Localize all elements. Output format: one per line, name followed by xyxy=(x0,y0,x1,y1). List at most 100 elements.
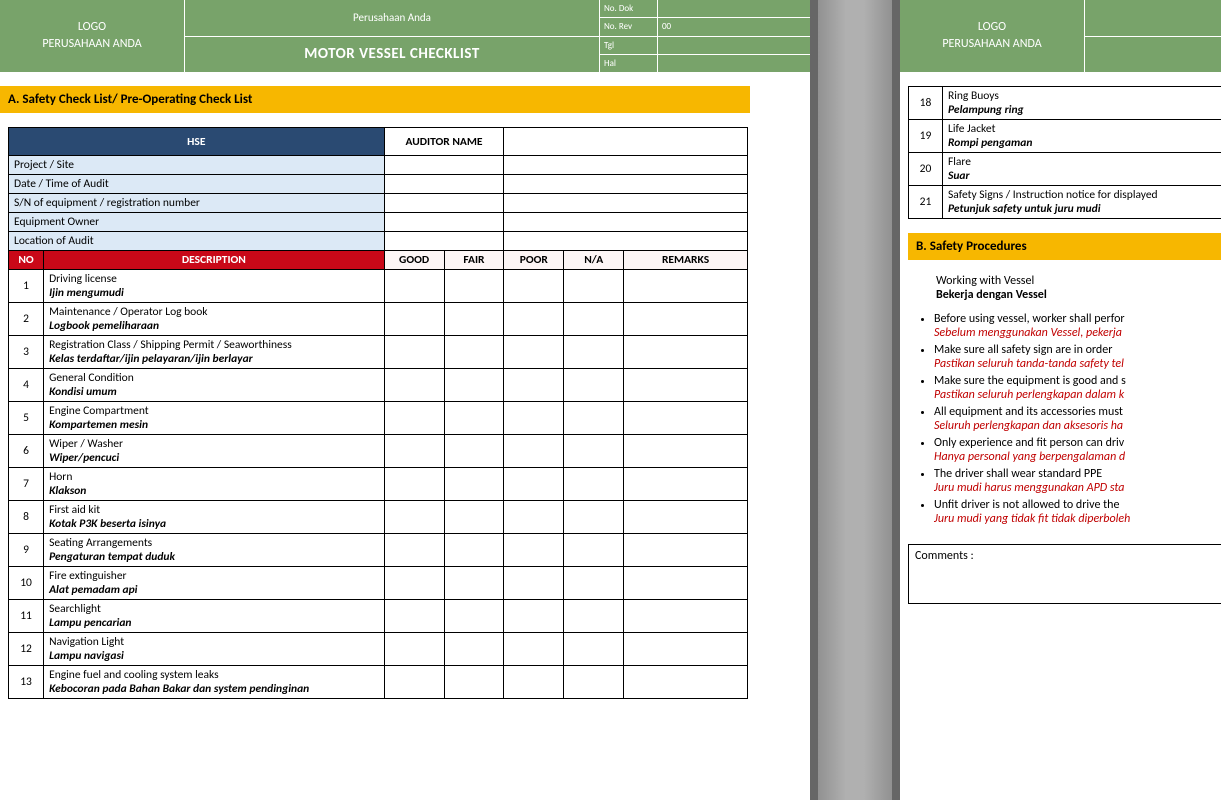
cell-poor[interactable] xyxy=(504,303,564,336)
checklist-row: 5Engine CompartmentKompartemen mesin xyxy=(9,402,748,435)
cell-fair[interactable] xyxy=(444,270,504,303)
cell-remarks[interactable] xyxy=(624,534,748,567)
cell-good[interactable] xyxy=(384,435,444,468)
cell-remarks[interactable] xyxy=(624,435,748,468)
cell-remarks[interactable] xyxy=(624,369,748,402)
doc-title: MOTOR VESSEL CHECKLIST xyxy=(185,37,599,73)
cell-na[interactable] xyxy=(564,303,624,336)
cell-good[interactable] xyxy=(384,600,444,633)
cell-poor[interactable] xyxy=(504,567,564,600)
info-owner-val[interactable] xyxy=(384,213,504,232)
page-1: LOGO PERUSAHAAN ANDA Perusahaan Anda MOT… xyxy=(0,0,810,800)
cell-na[interactable] xyxy=(564,567,624,600)
checklist-row: 13Engine fuel and cooling system leaksKe… xyxy=(9,666,748,699)
cell-remarks[interactable] xyxy=(624,336,748,369)
comments-box[interactable]: Comments : xyxy=(908,544,1221,604)
cell-poor[interactable] xyxy=(504,600,564,633)
cell-fair[interactable] xyxy=(444,666,504,699)
cell-poor[interactable] xyxy=(504,270,564,303)
cell-fair[interactable] xyxy=(444,303,504,336)
row-no: 8 xyxy=(9,501,44,534)
cell-fair[interactable] xyxy=(444,633,504,666)
cell-poor[interactable] xyxy=(504,435,564,468)
cell-good[interactable] xyxy=(384,633,444,666)
section-a-bar: A. Safety Check List/ Pre-Operating Chec… xyxy=(0,86,750,113)
cell-good[interactable] xyxy=(384,402,444,435)
row-desc: SearchlightLampu pencarian xyxy=(44,600,385,633)
checklist-table-cont: 18Ring BuoysPelampung ring19Life JacketR… xyxy=(908,86,1221,219)
cell-good[interactable] xyxy=(384,369,444,402)
cell-good[interactable] xyxy=(384,534,444,567)
cell-poor[interactable] xyxy=(504,633,564,666)
cell-remarks[interactable] xyxy=(624,402,748,435)
row-no: 4 xyxy=(9,369,44,402)
cell-remarks[interactable] xyxy=(624,468,748,501)
info-location-val[interactable] xyxy=(384,232,504,251)
row-no: 2 xyxy=(9,303,44,336)
procedure-item: Unfit driver is not allowed to drive the… xyxy=(934,498,1221,526)
cell-na[interactable] xyxy=(564,468,624,501)
cell-remarks[interactable] xyxy=(624,270,748,303)
procedure-item: Before using vessel, worker shall perfor… xyxy=(934,312,1221,340)
info-sn: S/N of equipment / registration number xyxy=(9,194,385,213)
cell-good[interactable] xyxy=(384,567,444,600)
cell-remarks[interactable] xyxy=(624,501,748,534)
info-project-val[interactable] xyxy=(384,156,504,175)
cell-fair[interactable] xyxy=(444,534,504,567)
cell-poor[interactable] xyxy=(504,468,564,501)
cell-fair[interactable] xyxy=(444,501,504,534)
cell-poor[interactable] xyxy=(504,534,564,567)
row-no: 10 xyxy=(9,567,44,600)
procedure-item: The driver shall wear standard PPEJuru m… xyxy=(934,467,1221,495)
doc-header-p2: LOGO PERUSAHAAN ANDA MOTOR xyxy=(900,0,1221,72)
logo-line1-p2: LOGO xyxy=(978,19,1006,36)
cell-remarks[interactable] xyxy=(624,666,748,699)
info-date-val[interactable] xyxy=(384,175,504,194)
meta-hal-label: Hal xyxy=(600,55,658,72)
checklist-row: 18Ring BuoysPelampung ring xyxy=(909,87,1221,120)
cell-poor[interactable] xyxy=(504,666,564,699)
row-no: 1 xyxy=(9,270,44,303)
cell-fair[interactable] xyxy=(444,600,504,633)
cell-fair[interactable] xyxy=(444,402,504,435)
cell-na[interactable] xyxy=(564,369,624,402)
cell-good[interactable] xyxy=(384,303,444,336)
cell-fair[interactable] xyxy=(444,468,504,501)
cell-good[interactable] xyxy=(384,666,444,699)
cell-na[interactable] xyxy=(564,600,624,633)
row-desc: Engine fuel and cooling system leaksKebo… xyxy=(44,666,385,699)
cell-na[interactable] xyxy=(564,666,624,699)
cell-na[interactable] xyxy=(564,435,624,468)
header-mid: Perusahaan Anda MOTOR VESSEL CHECKLIST xyxy=(185,0,600,72)
cell-na[interactable] xyxy=(564,633,624,666)
cell-na[interactable] xyxy=(564,270,624,303)
cell-good[interactable] xyxy=(384,501,444,534)
cell-remarks[interactable] xyxy=(624,303,748,336)
meta-no-rev-val: 00 xyxy=(658,18,810,35)
cell-poor[interactable] xyxy=(504,402,564,435)
cell-na[interactable] xyxy=(564,336,624,369)
procedures-body: Working with Vessel Bekerja dengan Vesse… xyxy=(900,274,1221,526)
row-desc: General ConditionKondisi umum xyxy=(44,369,385,402)
auditor-name-field[interactable] xyxy=(504,128,748,156)
cell-na[interactable] xyxy=(564,534,624,567)
cell-good[interactable] xyxy=(384,468,444,501)
cell-fair[interactable] xyxy=(444,336,504,369)
info-sn-val[interactable] xyxy=(384,194,504,213)
checklist-row: 12Navigation LightLampu navigasi xyxy=(9,633,748,666)
cell-poor[interactable] xyxy=(504,369,564,402)
cell-remarks[interactable] xyxy=(624,600,748,633)
cell-fair[interactable] xyxy=(444,369,504,402)
header-mid-p2: MOTOR xyxy=(1085,0,1221,72)
row-no: 19 xyxy=(909,120,943,153)
cell-good[interactable] xyxy=(384,336,444,369)
cell-good[interactable] xyxy=(384,270,444,303)
cell-poor[interactable] xyxy=(504,336,564,369)
cell-na[interactable] xyxy=(564,402,624,435)
cell-fair[interactable] xyxy=(444,435,504,468)
cell-remarks[interactable] xyxy=(624,633,748,666)
cell-remarks[interactable] xyxy=(624,567,748,600)
cell-fair[interactable] xyxy=(444,567,504,600)
cell-poor[interactable] xyxy=(504,501,564,534)
cell-na[interactable] xyxy=(564,501,624,534)
